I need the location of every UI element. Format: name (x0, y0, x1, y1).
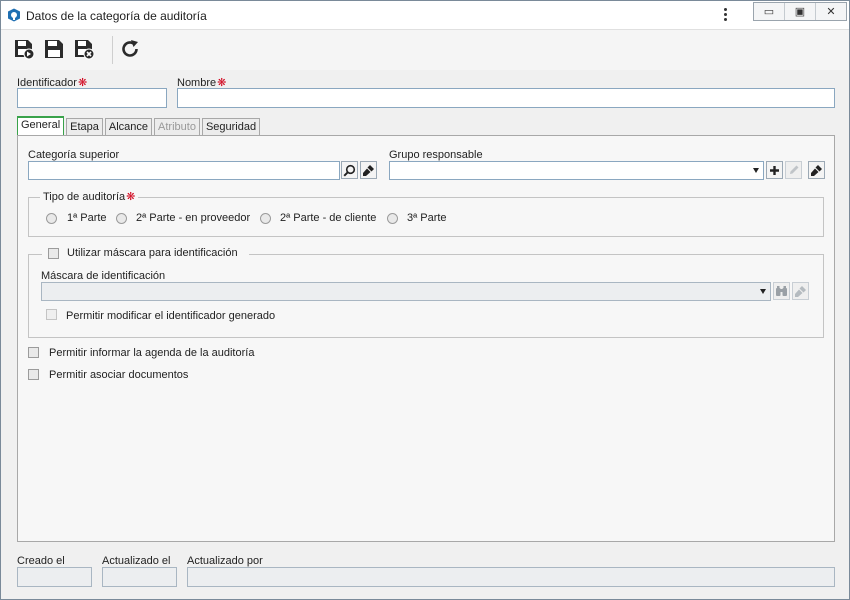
save-close-icon (75, 40, 95, 60)
allow-documents-label: Permitir asociar documentos (49, 369, 189, 381)
save-and-new-button[interactable] (11, 36, 37, 62)
mask-clear-button (792, 282, 809, 300)
add-group-button[interactable] (766, 161, 783, 179)
audit-type-legend: Tipo de auditoría❋ (40, 190, 139, 203)
maximize-button[interactable]: ▣ (785, 3, 816, 20)
chevron-down-icon (753, 168, 759, 173)
save-and-close-button[interactable] (71, 36, 97, 62)
mask-label: Máscara de identificación (41, 270, 166, 282)
tab-bar: General Etapa Alcance Atributo Seguridad (17, 116, 262, 136)
search-button[interactable] (341, 161, 358, 179)
save-button[interactable] (41, 36, 67, 62)
clear-group-button[interactable] (808, 161, 825, 179)
search-icon (343, 164, 356, 177)
toolbar (1, 29, 849, 71)
edit-group-button (785, 161, 802, 179)
floppy-disk-icon (45, 40, 63, 58)
tab-general[interactable]: General (17, 116, 65, 135)
pencil-icon (789, 165, 798, 174)
tab-atributo: Atributo (154, 118, 200, 135)
clear-parent-category-button[interactable] (360, 161, 377, 179)
allow-documents-checkbox[interactable] (28, 369, 39, 380)
identifier-field[interactable] (17, 88, 167, 108)
window-title: Datos de la categoría de auditoría (26, 9, 207, 23)
audit-type-label-1: 1ª Parte (67, 212, 107, 224)
title-bar: Datos de la categoría de auditoría ▭ ▣ ✕ (1, 1, 849, 29)
chevron-down-icon (760, 289, 766, 294)
audit-type-radio-3[interactable] (260, 213, 271, 224)
created-field (17, 567, 92, 587)
eraser-brush-icon (363, 164, 374, 176)
audit-type-label-2: 2ª Parte - en proveedor (136, 212, 251, 224)
binoculars-icon (776, 286, 787, 296)
parent-category-field[interactable] (28, 161, 340, 180)
audit-type-radio-1[interactable] (46, 213, 57, 224)
audit-type-label-3: 2ª Parte - de cliente (280, 212, 377, 224)
close-icon: ✕ (826, 6, 836, 18)
audit-type-radio-4[interactable] (387, 213, 398, 224)
name-field[interactable] (177, 88, 835, 108)
allow-agenda-label: Permitir informar la agenda de la audito… (49, 347, 255, 359)
allow-modify-label: Permitir modificar el identificador gene… (66, 310, 276, 322)
minimize-button[interactable]: ▭ (754, 3, 785, 20)
created-label: Creado el (17, 555, 65, 567)
dialog-window: Datos de la categoría de auditoría ▭ ▣ ✕ (0, 0, 850, 600)
audit-type-radio-2[interactable] (116, 213, 127, 224)
updated-label: Actualizado el (102, 555, 171, 567)
responsible-group-select[interactable] (389, 161, 764, 180)
plus-icon (770, 165, 779, 175)
mask-search-button (773, 282, 790, 300)
maximize-icon: ▣ (794, 6, 806, 18)
updated-field (102, 567, 177, 587)
tab-seguridad[interactable]: Seguridad (201, 118, 261, 135)
responsible-group-label: Grupo responsable (389, 149, 483, 161)
toolbar-separator (112, 36, 113, 64)
save-new-icon (15, 40, 35, 60)
mask-select (41, 282, 771, 301)
required-icon: ❋ (126, 191, 136, 203)
use-mask-label: Utilizar máscara para identificación (67, 247, 238, 259)
tab-etapa[interactable]: Etapa (66, 118, 103, 135)
more-options-icon[interactable] (719, 7, 731, 23)
eraser-brush-icon (795, 285, 806, 297)
audit-type-label-4: 3ª Parte (407, 212, 447, 224)
app-logo-icon (8, 8, 20, 22)
form-body: Identificador❋ Nombre❋ General Etapa Alc… (1, 70, 849, 599)
allow-agenda-checkbox[interactable] (28, 347, 39, 358)
eraser-brush-icon (811, 164, 822, 176)
refresh-icon (122, 40, 138, 57)
tab-alcance[interactable]: Alcance (104, 118, 153, 135)
minimize-icon: ▭ (763, 6, 775, 18)
window-controls: ▭ ▣ ✕ (753, 2, 847, 21)
updated-by-label: Actualizado por (187, 555, 263, 567)
refresh-button[interactable] (117, 36, 143, 62)
allow-modify-checkbox (46, 309, 57, 320)
parent-category-label: Categoría superior (28, 149, 120, 161)
use-mask-checkbox[interactable] (48, 248, 59, 259)
updated-by-field (187, 567, 835, 587)
general-tab-panel: Categoría superior Grupo responsable Tip… (17, 135, 835, 542)
close-button[interactable]: ✕ (816, 3, 846, 20)
